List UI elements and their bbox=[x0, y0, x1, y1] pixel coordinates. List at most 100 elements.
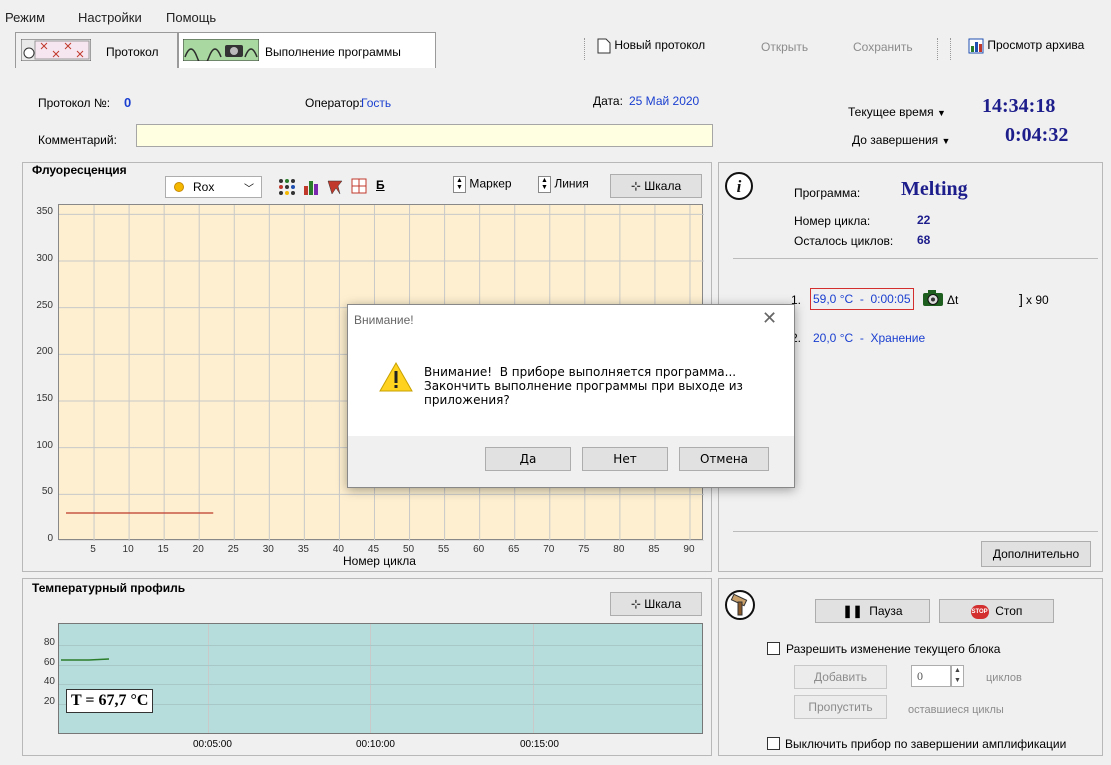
temperature-panel: Температурный профиль ⊹ Шкала 80 60 40 2… bbox=[22, 578, 712, 756]
x-tick-label: 25 bbox=[227, 544, 239, 555]
tab-protocol[interactable]: Протокол bbox=[15, 32, 178, 68]
pause-label: Пауза bbox=[869, 604, 903, 618]
remaining-value: 68 bbox=[917, 233, 931, 247]
repeat-bracket: ] bbox=[1019, 291, 1023, 307]
allow-change-label: Разрешить изменение текущего блока bbox=[786, 642, 1001, 656]
x-tick-label: 80 bbox=[613, 544, 625, 555]
current-time-label[interactable]: Текущее время ▼ bbox=[848, 105, 946, 119]
until-end-label[interactable]: До завершения ▼ bbox=[852, 133, 950, 147]
x-tick-label: 60 bbox=[473, 544, 485, 555]
power-off-checkbox[interactable] bbox=[767, 737, 780, 750]
comment-input[interactable] bbox=[136, 124, 713, 147]
cancel-button[interactable]: Отмена bbox=[679, 447, 769, 471]
y-tick-label: 150 bbox=[36, 393, 53, 404]
crosshair-icon: ⊹ bbox=[630, 597, 641, 611]
step2-block[interactable]: 20,0 °C - Хранение bbox=[813, 331, 925, 345]
comment-label: Комментарий: bbox=[38, 133, 117, 147]
warning-dialog: Внимание! ✕ Внимание! В приборе выполняе… bbox=[347, 304, 795, 488]
x-tick-label: 10 bbox=[122, 544, 134, 555]
remaining-cycles-label: оставшиеся циклы bbox=[908, 704, 1004, 716]
yes-button[interactable]: Да bbox=[485, 447, 571, 471]
stop-button[interactable]: STOP Стоп bbox=[939, 599, 1054, 623]
x-tick-label: 65 bbox=[508, 544, 520, 555]
x-tick-label: 35 bbox=[297, 544, 309, 555]
dialog-message-2: Закончить выполнение программы при выход… bbox=[424, 379, 743, 393]
stop-icon: STOP bbox=[970, 604, 989, 619]
new-protocol-label: Новый протокол bbox=[614, 38, 706, 53]
menu-bar: Режим Настройки Помощь bbox=[0, 0, 1111, 30]
camera-icon bbox=[923, 290, 943, 306]
operator-label: Оператор: bbox=[305, 96, 363, 110]
archive-button[interactable]: Просмотр архива bbox=[968, 38, 1084, 54]
x-tick-label: 85 bbox=[648, 544, 660, 555]
no-button[interactable]: Нет bbox=[582, 447, 668, 471]
delta-t-label: Δt bbox=[947, 293, 959, 307]
close-icon[interactable]: ✕ bbox=[762, 308, 777, 329]
menu-help[interactable]: Помощь bbox=[166, 10, 216, 25]
hammer-icon bbox=[725, 590, 755, 620]
allow-change-checkbox[interactable] bbox=[767, 642, 780, 655]
header-panel: Протокол №: 0 Оператор: Гость Дата: 25 М… bbox=[22, 82, 1102, 158]
divider bbox=[733, 258, 1098, 259]
dialog-footer: Да Нет Отмена bbox=[348, 436, 794, 487]
fluor-xlabel: Номер цикла bbox=[343, 554, 416, 568]
new-protocol-button[interactable]: Новый протокол bbox=[597, 38, 705, 54]
temp-ytick: 80 bbox=[43, 637, 55, 648]
warning-icon bbox=[379, 361, 413, 392]
program-label: Программа: bbox=[794, 186, 861, 200]
temp-xtick: 00:15:00 bbox=[520, 739, 559, 750]
temp-scale-label: Шкала bbox=[644, 597, 682, 611]
pause-icon: ❚❚ bbox=[842, 604, 863, 618]
power-off-label: Выключить прибор по завершении амплифика… bbox=[785, 737, 1067, 751]
divider bbox=[733, 531, 1098, 532]
cycle-value: 22 bbox=[917, 213, 931, 227]
info-icon: i bbox=[725, 172, 753, 200]
x-tick-label: 5 bbox=[90, 544, 96, 555]
temp-xtick: 00:10:00 bbox=[356, 739, 395, 750]
add-button[interactable]: Добавить bbox=[794, 665, 887, 689]
svg-text:i: i bbox=[737, 177, 742, 196]
temperature-readout: T = 67,7 °C bbox=[66, 689, 154, 713]
x-tick-label: 55 bbox=[438, 544, 450, 555]
tab-execution-label: Выполнение программы bbox=[265, 45, 401, 59]
menu-mode[interactable]: Режим bbox=[5, 10, 45, 25]
y-tick-label: 350 bbox=[36, 206, 53, 218]
temp-ytick: 60 bbox=[43, 657, 55, 668]
skip-button[interactable]: Пропустить bbox=[794, 695, 887, 719]
temperature-curve bbox=[61, 658, 110, 661]
tab-execution[interactable]: Выполнение программы bbox=[178, 32, 436, 68]
menu-settings[interactable]: Настройки bbox=[78, 10, 142, 25]
temp-scale-button[interactable]: ⊹ Шкала bbox=[610, 592, 702, 616]
save-button[interactable]: Сохранить bbox=[853, 40, 913, 54]
current-time-value: 14:34:18 bbox=[982, 95, 1056, 117]
repeat-count: x 90 bbox=[1026, 293, 1049, 307]
stop-label: Стоп bbox=[995, 604, 1023, 618]
dialog-message-3: приложения? bbox=[424, 393, 510, 407]
date-value: 25 Май 2020 bbox=[629, 94, 700, 108]
y-tick-label: 200 bbox=[36, 346, 53, 358]
open-button[interactable]: Открыть bbox=[761, 40, 808, 54]
control-panel: ❚❚ Пауза STOP Стоп Разрешить изменение т… bbox=[718, 578, 1103, 756]
x-tick-label: 20 bbox=[192, 544, 204, 555]
x-tick-label: 30 bbox=[262, 544, 274, 555]
add-cycles-input[interactable]: 0 bbox=[911, 665, 951, 687]
new-document-icon bbox=[597, 38, 611, 54]
protocol-no-value: 0 bbox=[124, 95, 132, 110]
add-cycles-spinner[interactable]: ▲ ▼ bbox=[951, 665, 964, 687]
execution-tab-icon bbox=[183, 39, 259, 61]
temp-ytick: 40 bbox=[43, 676, 55, 687]
protocol-no-label: Протокол №: bbox=[38, 96, 111, 110]
cycles-label: циклов bbox=[986, 672, 1022, 684]
temp-ytick: 20 bbox=[43, 696, 55, 707]
temp-xtick: 00:05:00 bbox=[193, 739, 232, 750]
step1-block[interactable]: 59,0 °C - 0:00:05 bbox=[810, 288, 914, 310]
x-tick-label: 90 bbox=[683, 544, 695, 555]
date-label: Дата: bbox=[593, 94, 623, 108]
temperature-plot-area: T = 67,7 °C bbox=[58, 623, 703, 734]
archive-label: Просмотр архива bbox=[987, 38, 1085, 53]
extra-button[interactable]: Дополнительно bbox=[981, 541, 1091, 567]
add-cycles-value: 0 bbox=[917, 669, 923, 683]
remaining-label: Осталось циклов: bbox=[794, 234, 894, 248]
until-end-value: 0:04:32 bbox=[1005, 124, 1069, 146]
pause-button[interactable]: ❚❚ Пауза bbox=[815, 599, 930, 623]
